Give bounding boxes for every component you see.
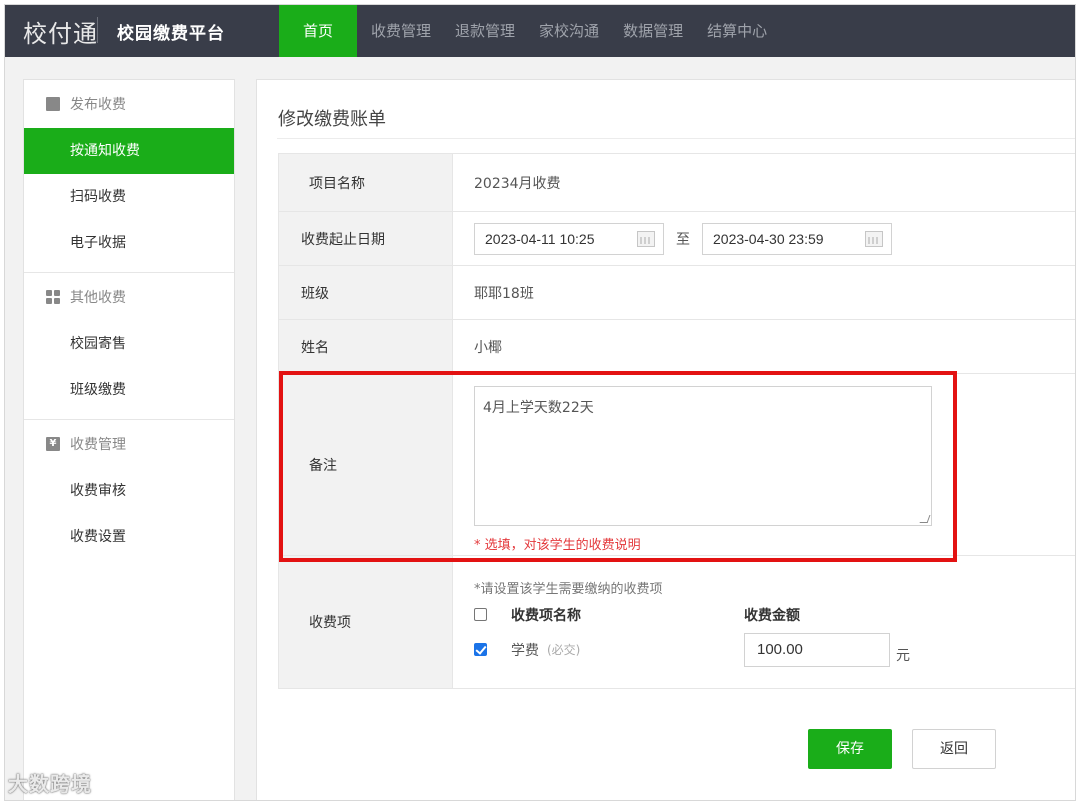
sidebar-group-manage: ¥ 收费管理 收费审核 收费设置 xyxy=(24,420,234,566)
brand-logo: 校付通 xyxy=(23,15,98,48)
sidebar-group-other: 其他收费 校园寄售 班级缴费 xyxy=(24,273,234,420)
fee-col-amount: 收费金额 xyxy=(744,607,800,624)
edit-icon xyxy=(46,97,60,111)
fee-amount-group: 100.00 元 xyxy=(744,632,974,667)
sidebar-item-fee-review[interactable]: 收费审核 xyxy=(24,468,234,514)
date-range: 2023-04-11 10:25 至 2023-04-30 23:59 xyxy=(453,212,1075,265)
nav-home-school[interactable]: 家校沟通 xyxy=(527,5,611,57)
remark-hint: * 选填，对该学生的收费说明 xyxy=(474,538,641,553)
name-label: 姓名 xyxy=(279,320,453,373)
nav-fee-management[interactable]: 收费管理 xyxy=(359,5,443,57)
fee-col-name: 收费项名称 xyxy=(511,607,581,624)
fee-item-required: (必交) xyxy=(547,643,581,657)
fee-item-name: 学费 xyxy=(511,642,539,659)
date-to-text: 至 xyxy=(676,231,690,248)
row-project: 项目名称 20234月收费 xyxy=(279,154,1075,212)
resize-handle-icon[interactable] xyxy=(919,515,931,523)
project-label: 项目名称 xyxy=(279,154,453,211)
sidebar: 发布收费 按通知收费 扫码收费 电子收据 其他收费 校园寄售 班级缴费 ¥ 收费… xyxy=(23,79,235,800)
app-window: 校付通 校园缴费平台 首页 收费管理 退款管理 家校沟通 数据管理 结算中心 发… xyxy=(4,4,1076,801)
remark-textarea[interactable]: 4月上学天数22天 xyxy=(474,386,932,526)
sidebar-item-scan-fee[interactable]: 扫码收费 xyxy=(24,174,234,220)
nav-home[interactable]: 首页 xyxy=(279,5,358,57)
sidebar-item-consignment[interactable]: 校园寄售 xyxy=(24,321,234,367)
yen-icon: ¥ xyxy=(46,437,60,451)
title-divider xyxy=(277,138,1075,139)
logo-divider xyxy=(97,17,98,43)
row-fee-items: 收费项 *请设置该学生需要缴纳的收费项 收费项名称 收费金额 学费 (必交) 1… xyxy=(279,556,1075,688)
sidebar-group-title: 发布收费 xyxy=(70,97,126,113)
logo-text: 校付通 xyxy=(23,19,98,48)
start-date-value: 2023-04-11 10:25 xyxy=(485,230,595,247)
top-bar: 校付通 校园缴费平台 首页 收费管理 退款管理 家校沟通 数据管理 结算中心 xyxy=(5,5,1075,57)
watermark-logo: 大数跨境 xyxy=(8,772,92,796)
row-class: 班级 耶耶18班 xyxy=(279,266,1075,320)
bill-form: 项目名称 20234月收费 收费起止日期 2023-04-11 10:25 至 … xyxy=(278,153,1075,689)
calendar-icon[interactable] xyxy=(865,230,883,247)
name-value: 小椰 xyxy=(474,339,502,356)
nav-refund-management[interactable]: 退款管理 xyxy=(443,5,527,57)
sidebar-item-class-fee[interactable]: 班级缴费 xyxy=(24,367,234,413)
class-value: 耶耶18班 xyxy=(474,285,534,302)
remark-text: 4月上学天数22天 xyxy=(483,400,594,416)
date-label: 收费起止日期 xyxy=(279,212,453,265)
nav-data-management[interactable]: 数据管理 xyxy=(611,5,695,57)
fee-label: 收费项 xyxy=(279,556,453,688)
nav-settlement[interactable]: 结算中心 xyxy=(695,5,779,57)
remark-label: 备注 xyxy=(279,374,453,555)
class-label: 班级 xyxy=(279,266,453,319)
end-date-value: 2023-04-30 23:59 xyxy=(713,230,824,247)
sidebar-group-title: 收费管理 xyxy=(70,437,126,453)
grid-icon xyxy=(46,290,60,304)
platform-name: 校园缴费平台 xyxy=(117,24,225,44)
sidebar-item-e-receipt[interactable]: 电子收据 xyxy=(24,220,234,266)
row-name: 姓名 小椰 xyxy=(279,320,1075,374)
fee-hint: *请设置该学生需要缴纳的收费项 xyxy=(474,581,663,597)
main-panel: 修改缴费账单 项目名称 20234月收费 收费起止日期 2023-04-11 1… xyxy=(256,79,1075,800)
sidebar-item-notice-fee[interactable]: 按通知收费 xyxy=(24,128,234,174)
row-dates: 收费起止日期 2023-04-11 10:25 至 2023-04-30 23:… xyxy=(279,212,1075,266)
remark-cell: 4月上学天数22天 * 选填，对该学生的收费说明 xyxy=(453,374,1075,555)
sidebar-group-title: 其他收费 xyxy=(70,290,126,306)
sidebar-group-publish: 发布收费 按通知收费 扫码收费 电子收据 xyxy=(24,80,234,273)
select-all-checkbox[interactable] xyxy=(474,608,487,621)
fee-unit: 元 xyxy=(896,647,910,664)
fee-items-cell: *请设置该学生需要缴纳的收费项 收费项名称 收费金额 学费 (必交) 100.0… xyxy=(453,556,1075,688)
end-date-input[interactable]: 2023-04-30 23:59 xyxy=(702,222,892,255)
sidebar-group-header: 其他收费 xyxy=(24,273,234,321)
fee-item-row: 学费 (必交) xyxy=(474,640,744,660)
calendar-icon[interactable] xyxy=(637,230,655,247)
save-button[interactable]: 保存 xyxy=(808,729,892,769)
row-remark: 备注 4月上学天数22天 * 选填，对该学生的收费说明 xyxy=(279,374,1075,556)
sidebar-group-header: 发布收费 xyxy=(24,80,234,128)
start-date-input[interactable]: 2023-04-11 10:25 xyxy=(474,222,664,255)
top-nav: 首页 收费管理 退款管理 家校沟通 数据管理 结算中心 xyxy=(279,5,779,57)
project-value: 20234月收费 xyxy=(474,175,561,192)
fee-item-checkbox[interactable] xyxy=(474,643,487,656)
fee-amount-input[interactable]: 100.00 xyxy=(744,632,890,667)
page-title: 修改缴费账单 xyxy=(278,109,386,130)
sidebar-group-header: ¥ 收费管理 xyxy=(24,420,234,468)
back-button[interactable]: 返回 xyxy=(912,729,996,769)
fee-table: 收费项名称 收费金额 学费 (必交) 100.00 元 xyxy=(474,605,974,667)
sidebar-item-fee-settings[interactable]: 收费设置 xyxy=(24,514,234,560)
fee-header-name: 收费项名称 xyxy=(474,605,744,625)
